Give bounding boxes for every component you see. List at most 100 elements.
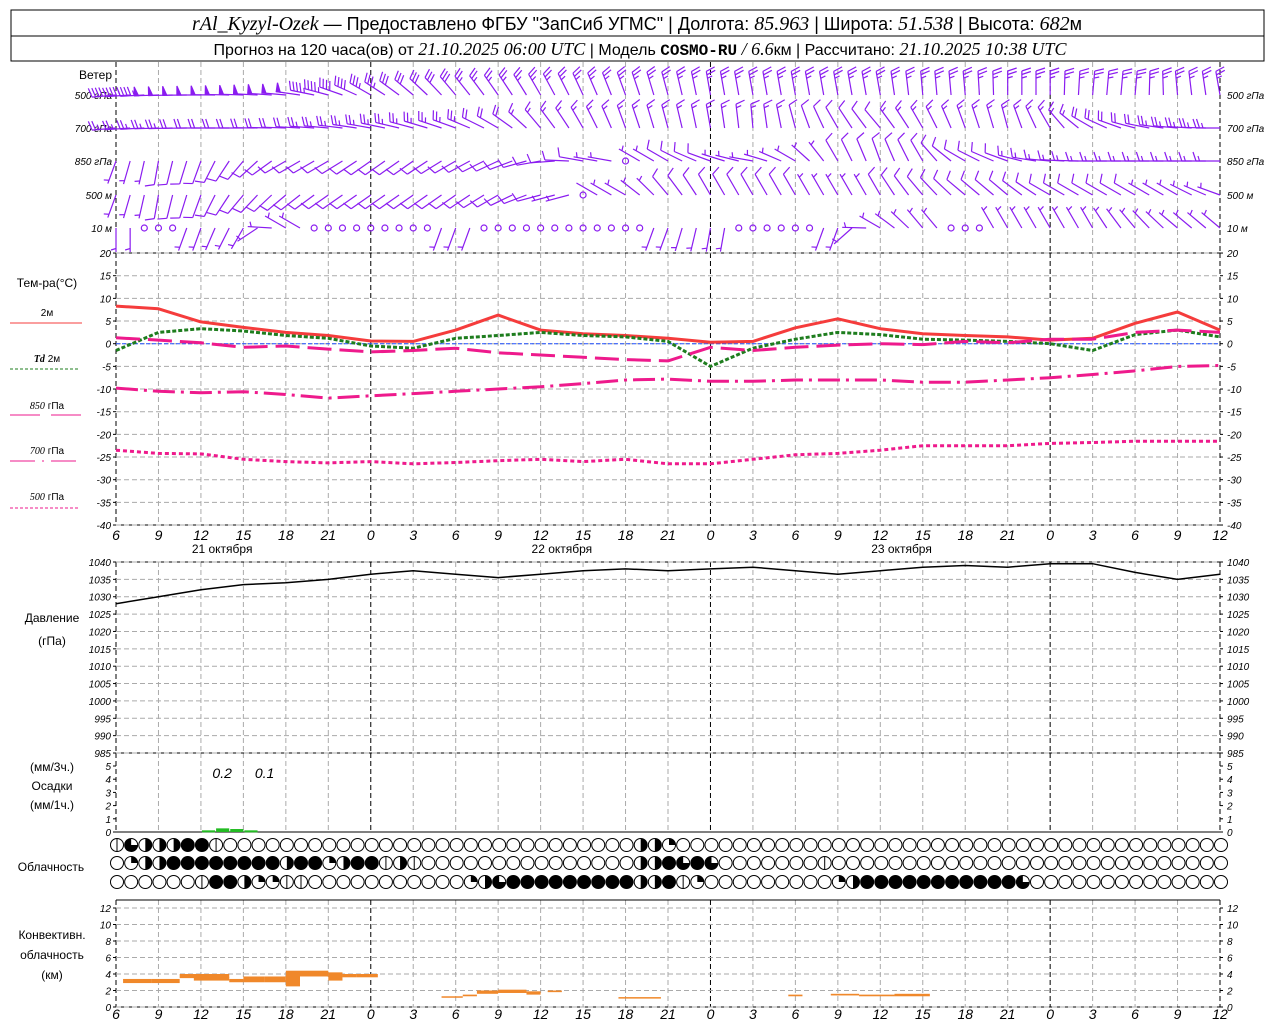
wind-barb xyxy=(214,227,230,250)
wind-barb-full xyxy=(948,66,958,72)
convective-tick-label-right: 0 xyxy=(1227,1003,1233,1014)
wind-barb-half xyxy=(589,152,592,158)
cloud-cover-icon xyxy=(817,838,832,852)
wind-barb-staff xyxy=(646,104,655,129)
wind-barb xyxy=(925,99,938,129)
cloud-circle xyxy=(562,875,577,889)
wind-barb-half xyxy=(935,75,941,79)
wind-barb-half xyxy=(997,206,1002,211)
cloud-cover-icon xyxy=(548,838,563,852)
wind-barb-staff xyxy=(804,71,811,96)
wind-barb xyxy=(1000,99,1010,129)
wind-barb-full xyxy=(314,202,324,210)
wind-barb-half xyxy=(877,75,883,79)
wind-barb-full xyxy=(768,166,776,175)
cloud-circle xyxy=(775,856,790,870)
temperature-tick-label-right: 10 xyxy=(1227,294,1239,305)
cloud-circle xyxy=(1143,856,1158,870)
cloud-circle xyxy=(223,875,238,889)
cloud-cover-icon xyxy=(1114,838,1129,852)
legend-t850-label: 850 гПа xyxy=(30,401,65,412)
cloud-circle xyxy=(265,856,280,870)
wind-barb-half xyxy=(1147,208,1152,215)
wind-barb-staff xyxy=(893,175,910,196)
wind-barb xyxy=(921,207,938,229)
temperature-tick-label-right: 5 xyxy=(1227,317,1233,328)
cloud-cover-icon xyxy=(279,875,294,889)
convective-cloud-bar xyxy=(894,993,930,997)
wind-barb-half xyxy=(1203,209,1207,216)
cloud-cover-icon xyxy=(732,875,747,889)
cloud-circle xyxy=(336,838,351,852)
wind-barb-full xyxy=(176,118,181,129)
wind-barb xyxy=(811,227,825,251)
wind-barb xyxy=(791,142,810,162)
cloud-circle xyxy=(223,856,238,870)
wind-barb xyxy=(910,132,924,162)
wind-barb-staff xyxy=(981,206,995,229)
wind-barb-staff xyxy=(572,72,584,96)
wind-pennant xyxy=(247,84,253,95)
wind-barb-half xyxy=(1130,179,1134,185)
cloud-circle xyxy=(831,838,846,852)
wind-barb-half xyxy=(338,120,341,126)
wind-barb xyxy=(897,132,910,162)
wind-barb-full xyxy=(1021,67,1032,72)
wind-barb xyxy=(1192,118,1220,129)
wind-barb-staff xyxy=(585,106,598,129)
wind-barb xyxy=(443,227,457,251)
cloud-cover-icon xyxy=(1001,838,1016,852)
cloud-cover-icon xyxy=(662,856,676,870)
wind-barb-staff xyxy=(851,108,867,129)
wind-barb-full xyxy=(1195,118,1201,129)
wind-barb xyxy=(1192,151,1220,162)
cloud-cover-icon xyxy=(789,875,804,889)
x-hour-label: 6 xyxy=(112,527,120,543)
latitude-value: 51.538 xyxy=(898,13,953,35)
wind-barb-full xyxy=(286,203,296,210)
wind-barb xyxy=(244,160,273,176)
cloud-cover-icon xyxy=(265,875,280,889)
wind-barb xyxy=(1135,151,1164,162)
cloud-cover-icon xyxy=(704,856,719,870)
wind-barb-half xyxy=(1053,206,1059,211)
wind-barb-full xyxy=(890,66,900,72)
wind-barb-full xyxy=(754,166,762,175)
wind-barb-full xyxy=(352,75,356,85)
cloud-cover-icon xyxy=(364,875,379,889)
x-hour-label-bottom: 12 xyxy=(1212,1006,1228,1022)
wind-barb xyxy=(159,119,187,129)
cloud-circle xyxy=(1171,875,1186,889)
cloud-cover-icon xyxy=(789,838,804,852)
wind-barb-staff xyxy=(122,160,131,185)
wind-barb-staff xyxy=(879,108,895,129)
wind-barb xyxy=(424,68,442,96)
wind-barb-staff xyxy=(122,194,131,219)
cloud-cover-icon xyxy=(449,838,464,852)
wind-barb-full xyxy=(931,136,937,147)
cloud-cover-icon xyxy=(1086,856,1101,870)
wind-barb xyxy=(187,118,216,129)
wind-barb-half xyxy=(1025,206,1030,211)
wind-barb xyxy=(1093,206,1108,229)
wind-barb xyxy=(797,173,811,196)
wind-barb xyxy=(374,112,400,129)
wind-barb xyxy=(931,136,952,162)
cloud-circle xyxy=(364,856,379,870)
cloud-cover-icon xyxy=(548,856,563,870)
calm-wind-icon xyxy=(607,224,615,232)
wind-barb-staff xyxy=(1093,207,1108,229)
x-hour-label: 12 xyxy=(533,527,549,543)
wind-barb-full xyxy=(676,99,685,106)
wind-barb-staff xyxy=(1201,71,1207,96)
wind-barb-full xyxy=(1162,70,1172,76)
wind-barb xyxy=(480,224,488,232)
wind-barb-full xyxy=(303,79,306,89)
wind-barb-full xyxy=(428,202,437,210)
cloud-circle xyxy=(619,838,634,852)
wind-barb-full xyxy=(307,80,310,90)
convective-cloud-bar xyxy=(498,989,527,993)
wind-barb-full xyxy=(230,118,235,128)
wind-barb xyxy=(933,169,952,196)
wind-barb-staff xyxy=(971,105,980,129)
